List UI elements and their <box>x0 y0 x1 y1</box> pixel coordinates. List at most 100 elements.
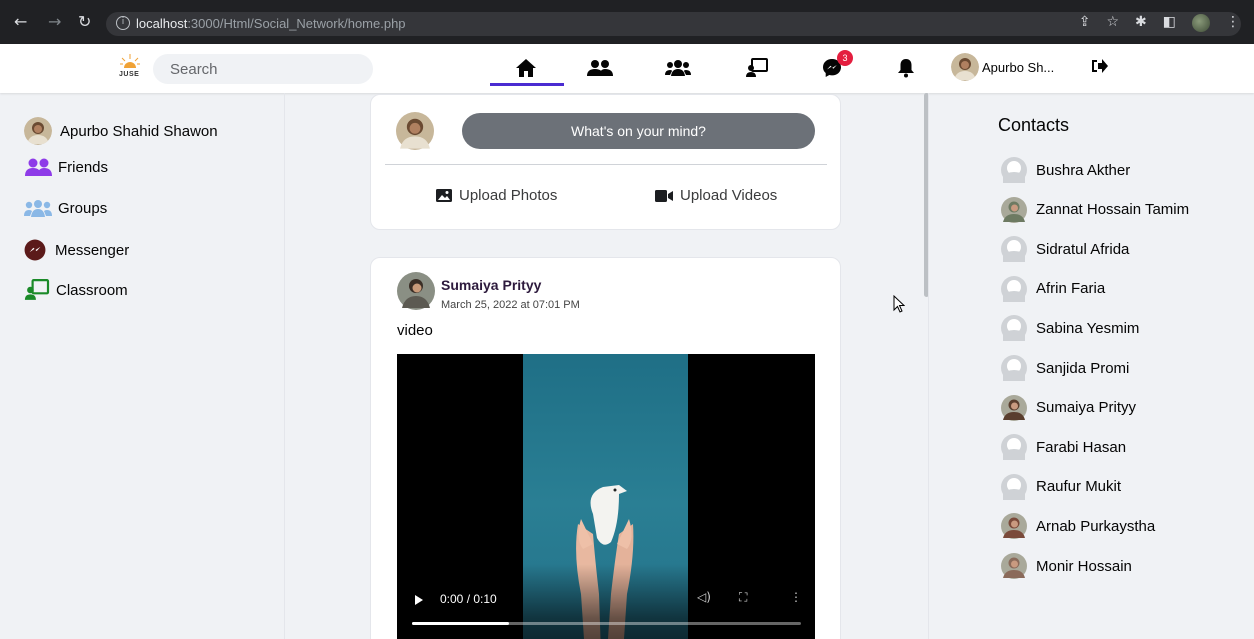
default-avatar-icon <box>1001 434 1027 461</box>
sidebar-item-profile[interactable]: Apurbo Shahid Shawon <box>24 117 218 145</box>
play-icon[interactable] <box>415 595 423 605</box>
contact-name: Zannat Hossain Tamim <box>1036 201 1190 219</box>
share-icon[interactable]: ⇪ <box>1079 14 1091 32</box>
sidebar-item-label: Groups <box>58 199 108 217</box>
contact-item[interactable]: Sabina Yesmim <box>1001 315 1140 342</box>
search-input[interactable] <box>153 54 373 84</box>
profile-avatar[interactable] <box>1192 14 1210 32</box>
sidebar-item-friends[interactable]: Friends <box>24 157 108 177</box>
back-arrow-icon[interactable]: ← <box>14 14 27 30</box>
contact-name: Monir Hossain <box>1036 557 1132 575</box>
nav-notifications[interactable] <box>890 54 922 82</box>
sidebar-divider <box>284 93 285 639</box>
sidebar-item-groups[interactable]: Groups <box>24 198 107 218</box>
browser-chrome: ← → ↻ i localhost:3000/Html/Social_Netwo… <box>0 0 1254 44</box>
feed-post: Sumaiya Prityy March 25, 2022 at 07:01 P… <box>370 257 841 639</box>
url-text[interactable]: localhost:3000/Html/Social_Network/home.… <box>136 16 406 31</box>
contact-item[interactable]: Arnab Purkaystha <box>1001 513 1156 540</box>
post-author-avatar[interactable] <box>397 272 435 310</box>
upload-photos-button[interactable]: Upload Photos <box>436 187 557 204</box>
contact-item[interactable]: Raufur Mukit <box>1001 473 1121 500</box>
logo-text: JUSE <box>119 71 140 78</box>
contacts-divider <box>928 93 929 639</box>
contact-name: Sabina Yesmim <box>1036 319 1140 337</box>
mouse-pointer-icon <box>893 295 905 313</box>
groups-icon <box>24 200 52 217</box>
contact-item[interactable]: Sanjida Promi <box>1001 355 1129 381</box>
sidebar-item-classroom[interactable]: Classroom <box>24 279 128 301</box>
extensions-icon[interactable]: ✱ <box>1135 14 1147 32</box>
sidepanel-icon[interactable]: ◧ <box>1163 14 1176 32</box>
default-avatar-icon <box>1001 315 1027 342</box>
contact-name: Farabi Hasan <box>1036 438 1127 456</box>
contact-name: Arnab Purkaystha <box>1036 517 1156 535</box>
contact-name: Sumaiya Prityy <box>1036 399 1137 417</box>
sidebar-item-label: Apurbo Shahid Shawon <box>60 122 218 140</box>
composer-divider <box>385 164 827 165</box>
forward-arrow-icon[interactable]: → <box>48 14 61 30</box>
create-post-card: What's on your mind? Upload Photos Uploa… <box>370 94 841 230</box>
friends-icon <box>587 60 613 76</box>
friends-icon <box>25 158 52 176</box>
post-author-name[interactable]: Sumaiya Prityy <box>441 277 541 293</box>
upload-videos-button[interactable]: Upload Videos <box>655 187 777 204</box>
post-timestamp: March 25, 2022 at 07:01 PM <box>441 299 580 311</box>
active-tab-indicator <box>490 83 564 86</box>
image-icon <box>436 189 452 202</box>
video-camera-icon <box>655 189 673 202</box>
bell-icon <box>898 59 914 78</box>
contacts-title: Contacts <box>998 115 1070 135</box>
messenger-badge: 3 <box>837 50 853 66</box>
menu-kebab-icon[interactable]: ⋮ <box>1226 14 1240 32</box>
contact-avatar <box>1001 553 1027 579</box>
left-sidebar: Apurbo Shahid Shawon Friends Groups Mess… <box>8 93 284 639</box>
header-user-avatar[interactable] <box>951 53 979 81</box>
default-avatar-icon <box>1001 473 1027 500</box>
reload-icon[interactable]: ↻ <box>78 14 91 30</box>
contact-name: Bushra Akther <box>1036 161 1131 179</box>
messenger-icon <box>24 239 46 261</box>
nav-friends[interactable] <box>584 54 616 82</box>
home-icon <box>516 59 536 77</box>
star-icon[interactable]: ☆ <box>1106 14 1119 32</box>
volume-icon[interactable]: ◁) <box>697 590 711 604</box>
contact-avatar <box>1001 394 1027 421</box>
video-player[interactable]: 0:00 / 0:10 ◁) ⛶ ⋮ <box>397 354 815 639</box>
contact-item[interactable]: Monir Hossain <box>1001 553 1132 579</box>
upload-photos-label: Upload Photos <box>459 187 558 204</box>
nav-home[interactable] <box>510 54 542 82</box>
default-avatar-icon <box>1001 275 1027 302</box>
header-user-name[interactable]: Apurbo Sh... <box>982 60 1054 75</box>
contact-item[interactable]: Sumaiya Prityy <box>1001 394 1137 421</box>
contact-item[interactable]: Bushra Akther <box>1001 157 1130 183</box>
whats-on-your-mind-button[interactable]: What's on your mind? <box>462 113 815 149</box>
contact-item[interactable]: Sidratul Afrida <box>1001 236 1130 263</box>
contact-avatar <box>1001 513 1027 540</box>
contact-name: Sidratul Afrida <box>1036 240 1130 258</box>
video-progress-fill <box>412 622 509 625</box>
fullscreen-icon[interactable]: ⛶ <box>739 590 747 605</box>
profile-avatar <box>24 117 52 145</box>
more-options-icon[interactable]: ⋮ <box>790 590 802 604</box>
browser-toolbar-icons: ⇪ ☆ ✱ ◧ ⋮ <box>1079 14 1240 32</box>
upload-videos-label: Upload Videos <box>680 187 778 204</box>
sidebar-item-label: Friends <box>58 158 109 176</box>
juse-logo[interactable]: JUSE <box>115 54 145 82</box>
logout-icon[interactable] <box>1090 58 1108 74</box>
groups-icon <box>665 60 691 76</box>
sidebar-item-label: Messenger <box>55 241 130 259</box>
address-bar[interactable]: i localhost:3000/Html/Social_Network/hom… <box>106 12 1241 36</box>
composer-avatar[interactable] <box>396 112 434 150</box>
sidebar-item-messenger[interactable]: Messenger <box>24 239 129 261</box>
classroom-icon <box>746 58 768 77</box>
info-icon[interactable]: i <box>116 16 130 30</box>
contact-item[interactable]: Farabi Hasan <box>1001 434 1127 461</box>
contact-item[interactable]: Zannat Hossain Tamim <box>1001 196 1190 223</box>
top-navbar: JUSE <box>0 44 1254 93</box>
contact-item[interactable]: Afrin Faria <box>1001 275 1105 302</box>
nav-classroom[interactable] <box>741 54 773 82</box>
sidebar-item-label: Classroom <box>56 281 128 299</box>
nav-groups[interactable] <box>662 54 694 82</box>
default-avatar-icon <box>1001 355 1027 381</box>
contact-name: Sanjida Promi <box>1036 359 1130 377</box>
